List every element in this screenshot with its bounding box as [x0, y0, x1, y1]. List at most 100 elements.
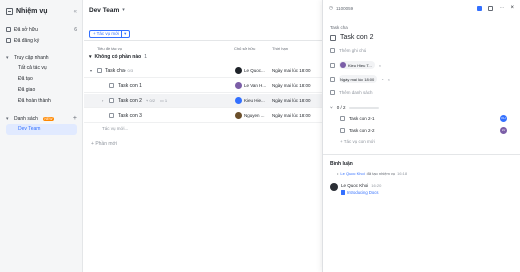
subtask-progress-text: 0 / 2 [336, 105, 346, 110]
more-icon[interactable]: ··· [499, 5, 504, 11]
subtask-count: ⑂ 0/3 [124, 68, 134, 73]
task-due[interactable]: Ngày mai lúc 18:00 [272, 113, 311, 118]
column-title[interactable]: Tiêu đề tác vụ [97, 46, 122, 51]
assignee-name: Kieu Hieu T... [348, 62, 372, 68]
doc-link-text: Introducing Docs [347, 190, 379, 195]
assignee-chip[interactable]: Kieu Hieu T... [339, 61, 375, 69]
add-list-icon[interactable]: + [73, 115, 77, 122]
task-checkbox[interactable] [97, 68, 102, 73]
task-due[interactable]: Ngày mai lúc 18:00 [272, 98, 311, 103]
project-title[interactable]: Dev Team [89, 7, 119, 14]
plus-icon: + [93, 31, 96, 36]
task-due[interactable]: Ngày mai lúc 18:00 [272, 68, 311, 73]
task-checkbox[interactable] [109, 98, 114, 103]
subtask-checkbox[interactable] [340, 116, 345, 121]
column-owner[interactable]: Chủ sở hữu [234, 46, 255, 51]
sidebar-item-label: Đã sở hữu [14, 26, 38, 33]
remove-due-icon[interactable]: × [388, 77, 390, 82]
task-list-view: Dev Team ▾ + Tác vụ mới ▾ Tiêu đề tác vụ… [84, 0, 324, 272]
avatar[interactable]: KH [500, 115, 507, 122]
subscribed-icon [6, 38, 11, 43]
list-row[interactable]: Thêm danh sách [330, 90, 373, 95]
task-name[interactable]: Task cha [105, 68, 125, 74]
sidebar: Nhiệm vụ « Đã sở hữu 6 Đã đăng ký ▾ Truy… [0, 0, 83, 272]
activity-text: đã tạo nhiệm vụ [366, 171, 396, 176]
task-name[interactable]: Task con 2 [118, 98, 142, 104]
note-row[interactable]: Thêm ghi chú [330, 48, 366, 53]
sidebar-item-all-tasks[interactable]: Tất cả tác vụ [6, 63, 77, 74]
table-row[interactable]: Task con 1 Le Van H... Ngày mai lúc 18:0… [84, 79, 324, 93]
list-icon [330, 90, 335, 95]
chevron-right-icon[interactable]: › [102, 98, 103, 103]
add-note-label: Thêm ghi chú [339, 48, 367, 53]
sidebar-item-completed[interactable]: Đã hoàn thành [6, 96, 77, 107]
task-owner[interactable]: Nguyen ... [235, 112, 265, 119]
subtask-count: ⑂ 0/2 [146, 98, 156, 103]
doc-link[interactable]: Introducing Docs [341, 190, 381, 195]
add-subtask-button[interactable]: + Tác vụ con mới [340, 139, 375, 144]
task-owner[interactable]: Le Van H... [235, 82, 266, 89]
sidebar-item-created[interactable]: Đã tạo [6, 74, 77, 85]
sidebar-item-assigned[interactable]: Đã giao [6, 85, 77, 96]
lists-section[interactable]: ▾ Danh sách NEW + [6, 113, 77, 124]
add-list-label: Thêm danh sách [339, 90, 373, 95]
subtask-count-value: 0/3 [127, 68, 134, 73]
task-owner[interactable]: Kieu Hie... [235, 97, 265, 104]
comment-count: ▭ 1 [160, 98, 168, 103]
table-row[interactable]: › Task con 2 ⑂ 0/2 ▭ 1 Kieu Hie... Ngày … [84, 94, 324, 108]
chevron-down-icon[interactable]: ▾ [122, 7, 125, 13]
parent-task-link[interactable]: Task cha [330, 25, 348, 30]
avatar[interactable] [330, 183, 338, 191]
chevron-down-icon[interactable]: ▾ [121, 30, 126, 37]
reminder-icon[interactable]: ◔ [381, 77, 383, 82]
sidebar-item-owned[interactable]: Đã sở hữu 6 [6, 24, 77, 35]
sidebar-item-subscribed[interactable]: Đã đăng ký [6, 35, 77, 46]
share-icon[interactable] [488, 5, 494, 11]
task-title-text[interactable]: Task con 2 [340, 34, 373, 41]
list-header: Dev Team ▾ [84, 0, 324, 20]
panel-header: ◷ 1100059 ··· × [323, 0, 520, 16]
subtask-checkbox[interactable] [340, 128, 345, 133]
task-checkbox[interactable] [109, 113, 114, 118]
task-name[interactable]: Task con 3 [118, 113, 142, 119]
due-chip[interactable]: Ngày mai lúc 18:00 [339, 75, 378, 83]
collapse-sidebar-icon[interactable]: « [74, 9, 77, 15]
sidebar-item-dev-team[interactable]: Dev Team [6, 124, 77, 135]
task-name[interactable]: Task con 1 [118, 83, 142, 89]
task-owner[interactable]: Le Quoc... [235, 67, 265, 74]
activity-user[interactable]: Le Quoc Khoi [340, 171, 364, 176]
chevron-down-icon: ▾ [89, 54, 92, 60]
add-task-inline[interactable]: Tác vụ mới... [102, 126, 128, 131]
subtask-item[interactable]: Task con 2-2 LV [340, 127, 514, 134]
chevron-down-icon: ▾ [6, 54, 9, 61]
section-group[interactable]: ▾ Không có phần nào 1 [89, 54, 147, 60]
group-count: 1 [144, 54, 147, 60]
table-row[interactable]: ▾ Task cha ⑂ 0/3 Le Quoc... Ngày mai lúc… [84, 64, 324, 78]
activity-item: • Le Quoc Khoi đã tạo nhiệm vụ 16:18 [337, 171, 407, 176]
comment-item: Le Quoc Khoi 16:20 Introducing Docs [330, 183, 381, 195]
subtask-name[interactable]: Task con 2-2 [349, 128, 375, 133]
task-complete-checkbox[interactable] [330, 34, 336, 41]
subtask-name[interactable]: Task con 2-1 [349, 116, 375, 121]
subtask-item[interactable]: Task con 2-1 KH [340, 115, 514, 122]
task-detail-panel: ◷ 1100059 ··· × Task cha Task con 2 Thêm… [322, 0, 520, 272]
clock-icon: ◷ [329, 5, 333, 10]
task-due[interactable]: Ngày mai lúc 18:00 [272, 83, 311, 88]
bookmark-icon[interactable] [477, 5, 483, 11]
new-task-button[interactable]: + Tác vụ mới ▾ [89, 29, 131, 38]
add-section-button[interactable]: + Phần mới [91, 141, 117, 147]
column-headers: Tiêu đề tác vụ Chủ sở hữu Thời hạn [84, 44, 324, 53]
chevron-down-icon[interactable]: ▾ [90, 68, 92, 73]
close-icon[interactable]: × [510, 5, 514, 11]
owned-icon [6, 27, 11, 32]
table-row[interactable]: Task con 3 Nguyen ... Ngày mai lúc 18:00 [84, 109, 324, 123]
avatar [235, 82, 242, 89]
quick-access-section[interactable]: ▾ Truy cập nhanh [6, 52, 77, 63]
remove-assignee-icon[interactable]: × [379, 63, 381, 68]
task-checkbox[interactable] [109, 83, 114, 88]
comment-author[interactable]: Le Quoc Khoi [341, 183, 368, 188]
avatar[interactable]: LV [500, 127, 507, 134]
comment-body: Le Quoc Khoi 16:20 Introducing Docs [341, 183, 381, 195]
column-due[interactable]: Thời hạn [272, 46, 288, 51]
comment-meta: Le Quoc Khoi 16:20 [341, 183, 381, 188]
